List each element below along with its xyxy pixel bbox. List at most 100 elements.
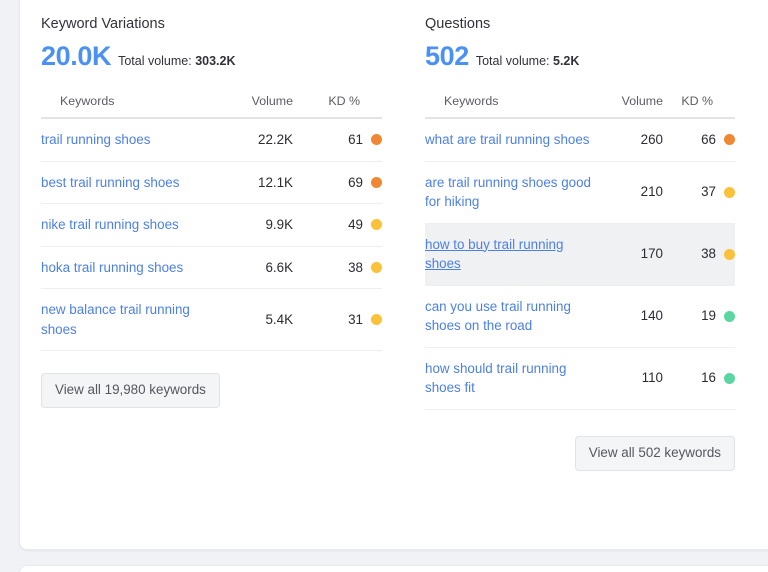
questions-rows: what are trail running shoes 260 66 bbox=[425, 118, 735, 409]
column-header-keywords: Keywords bbox=[425, 94, 597, 118]
kd-value: 49 bbox=[348, 215, 363, 235]
keyword-variations-total-volume: Total volume: 303.2K bbox=[118, 54, 235, 68]
kd-cell: 31 bbox=[293, 289, 382, 351]
questions-table: Keywords Volume KD % what are trail runn… bbox=[425, 94, 735, 410]
keyword-variations-summary: 20.0K Total volume: 303.2K bbox=[41, 42, 382, 70]
kd-cell: 69 bbox=[293, 161, 382, 204]
keyword-cell: trail running shoes bbox=[41, 118, 217, 161]
page-root: Keyword Variations 20.0K Total volume: 3… bbox=[0, 0, 768, 572]
keyword-link[interactable]: how should trail running shoes fit bbox=[425, 361, 566, 396]
column-header-kd: KD % bbox=[663, 94, 735, 118]
table-row[interactable]: nike trail running shoes 9.9K 49 bbox=[41, 204, 382, 247]
keyword-link[interactable]: nike trail running shoes bbox=[41, 217, 179, 232]
keyword-variations-block: Keyword Variations 20.0K Total volume: 3… bbox=[20, 0, 404, 471]
keyword-link[interactable]: can you use trail running shoes on the r… bbox=[425, 299, 571, 334]
block-title-questions: Questions bbox=[425, 15, 735, 33]
kd-cell: 38 bbox=[293, 246, 382, 289]
keyword-link[interactable]: are trail running shoes good for hiking bbox=[425, 175, 591, 210]
keyword-cell: how to buy trail running shoes bbox=[425, 223, 597, 285]
keyword-variations-count: 20.0K bbox=[41, 42, 111, 70]
kd-value: 37 bbox=[701, 182, 716, 202]
keyword-cell: nike trail running shoes bbox=[41, 204, 217, 247]
card-columns: Keyword Variations 20.0K Total volume: 3… bbox=[20, 0, 768, 471]
table-header-row: Keywords Volume KD % bbox=[41, 94, 382, 118]
keyword-cell: are trail running shoes good for hiking bbox=[425, 161, 597, 223]
kd-value: 66 bbox=[701, 130, 716, 150]
column-header-volume: Volume bbox=[217, 94, 293, 118]
kd-cell: 66 bbox=[663, 118, 735, 161]
volume-cell: 140 bbox=[597, 285, 663, 347]
view-all-questions-button[interactable]: View all 502 keywords bbox=[575, 436, 735, 471]
keyword-variations-rows: trail running shoes 22.2K 61 bbox=[41, 118, 382, 351]
table-row[interactable]: trail running shoes 22.2K 61 bbox=[41, 118, 382, 161]
table-row[interactable]: best trail running shoes 12.1K 69 bbox=[41, 161, 382, 204]
kd-cell: 61 bbox=[293, 118, 382, 161]
kd-value: 31 bbox=[348, 310, 363, 330]
column-header-kd: KD % bbox=[293, 94, 382, 118]
questions-footer: View all 502 keywords bbox=[425, 410, 735, 471]
kd-difficulty-dot-icon bbox=[724, 187, 735, 198]
column-header-volume: Volume bbox=[597, 94, 663, 118]
table-row[interactable]: are trail running shoes good for hiking … bbox=[425, 161, 735, 223]
kd-difficulty-dot-icon bbox=[724, 373, 735, 384]
kd-cell: 19 bbox=[663, 285, 735, 347]
view-all-keywords-button[interactable]: View all 19,980 keywords bbox=[41, 373, 220, 408]
kd-difficulty-dot-icon bbox=[371, 262, 382, 273]
kd-cell: 16 bbox=[663, 347, 735, 409]
keyword-cell: what are trail running shoes bbox=[425, 118, 597, 161]
keyword-variations-footer: View all 19,980 keywords bbox=[41, 351, 382, 408]
kd-value: 38 bbox=[348, 258, 363, 278]
volume-cell: 170 bbox=[597, 223, 663, 285]
keyword-link[interactable]: best trail running shoes bbox=[41, 175, 179, 190]
questions-total-volume: Total volume: 5.2K bbox=[476, 54, 580, 68]
keyword-cell: hoka trail running shoes bbox=[41, 246, 217, 289]
volume-cell: 6.6K bbox=[217, 246, 293, 289]
keyword-cell: new balance trail running shoes bbox=[41, 289, 217, 351]
next-card-peek bbox=[19, 565, 768, 572]
total-volume-value: 303.2K bbox=[195, 54, 235, 68]
volume-cell: 12.1K bbox=[217, 161, 293, 204]
kd-difficulty-dot-icon bbox=[724, 311, 735, 322]
kd-cell: 37 bbox=[663, 161, 735, 223]
volume-cell: 22.2K bbox=[217, 118, 293, 161]
total-volume-label: Total volume: bbox=[476, 54, 550, 68]
keyword-link[interactable]: new balance trail running shoes bbox=[41, 302, 190, 337]
keyword-link[interactable]: what are trail running shoes bbox=[425, 132, 590, 147]
questions-summary: 502 Total volume: 5.2K bbox=[425, 42, 735, 70]
column-header-keywords: Keywords bbox=[41, 94, 217, 118]
kd-difficulty-dot-icon bbox=[724, 249, 735, 260]
volume-cell: 110 bbox=[597, 347, 663, 409]
keyword-cell: best trail running shoes bbox=[41, 161, 217, 204]
kd-cell: 38 bbox=[663, 223, 735, 285]
kd-value: 61 bbox=[348, 130, 363, 150]
volume-cell: 5.4K bbox=[217, 289, 293, 351]
kd-difficulty-dot-icon bbox=[371, 177, 382, 188]
table-row[interactable]: new balance trail running shoes 5.4K 31 bbox=[41, 289, 382, 351]
kd-value: 38 bbox=[701, 244, 716, 264]
keyword-overview-card: Keyword Variations 20.0K Total volume: 3… bbox=[19, 0, 768, 550]
keyword-cell: can you use trail running shoes on the r… bbox=[425, 285, 597, 347]
questions-count: 502 bbox=[425, 42, 469, 70]
table-row[interactable]: hoka trail running shoes 6.6K 38 bbox=[41, 246, 382, 289]
kd-difficulty-dot-icon bbox=[371, 314, 382, 325]
keyword-link[interactable]: hoka trail running shoes bbox=[41, 260, 183, 275]
kd-difficulty-dot-icon bbox=[371, 219, 382, 230]
volume-cell: 260 bbox=[597, 118, 663, 161]
table-row[interactable]: how should trail running shoes fit 110 1… bbox=[425, 347, 735, 409]
kd-value: 19 bbox=[701, 306, 716, 326]
keyword-variations-table: Keywords Volume KD % trail running shoes… bbox=[41, 94, 382, 351]
keyword-cell: how should trail running shoes fit bbox=[425, 347, 597, 409]
table-row[interactable]: what are trail running shoes 260 66 bbox=[425, 118, 735, 161]
block-title-keyword-variations: Keyword Variations bbox=[41, 15, 382, 33]
kd-value: 69 bbox=[348, 173, 363, 193]
kd-difficulty-dot-icon bbox=[724, 134, 735, 145]
table-row[interactable]: how to buy trail running shoes 170 38 bbox=[425, 223, 735, 285]
keyword-link[interactable]: how to buy trail running shoes bbox=[425, 237, 563, 272]
volume-cell: 210 bbox=[597, 161, 663, 223]
keyword-link[interactable]: trail running shoes bbox=[41, 132, 150, 147]
kd-difficulty-dot-icon bbox=[371, 134, 382, 145]
kd-value: 16 bbox=[701, 368, 716, 388]
volume-cell: 9.9K bbox=[217, 204, 293, 247]
questions-block: Questions 502 Total volume: 5.2K Keyword… bbox=[404, 0, 768, 471]
table-row[interactable]: can you use trail running shoes on the r… bbox=[425, 285, 735, 347]
